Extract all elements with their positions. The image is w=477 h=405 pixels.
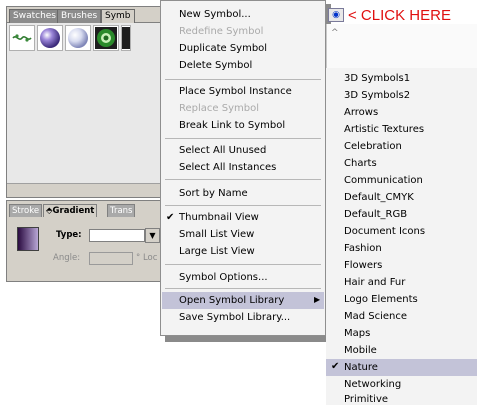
library-item-arrows[interactable]: Arrows [344, 106, 378, 119]
gradient-panel: Stroke ⬘Gradient Trans Type: ▼ Angle: ° … [6, 200, 176, 282]
library-item-3d-symbols2[interactable]: 3D Symbols2 [344, 89, 410, 102]
library-item-3d-symbols1[interactable]: 3D Symbols1 [344, 72, 410, 85]
click-here-callout: < CLICK HERE [348, 7, 451, 24]
library-item-primitive[interactable]: Primitive [344, 393, 388, 405]
checkmark-icon: ✔ [331, 361, 340, 372]
symbol-thumbnail-purple-sphere[interactable] [37, 25, 63, 51]
purple-sphere-symbol-icon [40, 28, 60, 48]
gradient-type-dropdown-button[interactable]: ▼ [145, 228, 160, 243]
vine-symbol-icon [12, 34, 32, 42]
menu-item-small-list-view[interactable]: Small List View [179, 228, 254, 241]
symbol-library-submenu: ^ 3D Symbols1 3D Symbols2 Arrows Artisti… [326, 24, 477, 405]
menu-item-duplicate-symbol[interactable]: Duplicate Symbol [179, 42, 267, 55]
library-item-default-rgb[interactable]: Default_RGB [344, 208, 407, 221]
panel-menu-icon: ◉ [332, 10, 340, 20]
library-item-artistic-textures[interactable]: Artistic Textures [344, 123, 424, 136]
green-button-symbol-icon [95, 27, 117, 49]
partial-symbol-icon [122, 27, 130, 49]
menu-item-sort-by-name[interactable]: Sort by Name [179, 187, 248, 200]
library-item-document-icons[interactable]: Document Icons [344, 225, 425, 238]
tab-transparency[interactable]: Trans [107, 204, 136, 217]
symbol-thumbnail-light-sphere[interactable] [65, 25, 91, 51]
tab-brushes[interactable]: Brushes [57, 9, 102, 23]
location-label: ° Loc [136, 253, 158, 263]
menu-separator [165, 288, 321, 289]
menu-separator [165, 205, 321, 206]
type-label: Type: [56, 230, 82, 240]
menu-item-break-link[interactable]: Break Link to Symbol [179, 119, 285, 132]
library-item-mobile[interactable]: Mobile [344, 344, 377, 357]
menu-item-replace-symbol: Replace Symbol [179, 103, 259, 114]
symbols-panel-menu: New Symbol... Redefine Symbol Duplicate … [160, 0, 326, 336]
library-item-flowers[interactable]: Flowers [344, 259, 382, 272]
chevron-down-icon: ▼ [149, 231, 156, 240]
panel-bottom-bar [7, 183, 175, 197]
menu-item-thumbnail-view[interactable]: Thumbnail View [179, 211, 259, 224]
submenu-arrow-icon: ▶ [314, 295, 321, 304]
panel-menu-button[interactable]: ◉ [328, 8, 344, 22]
library-item-hair-and-fur[interactable]: Hair and Fur [344, 276, 405, 289]
menu-item-redefine-symbol: Redefine Symbol [179, 26, 264, 37]
scroll-up-icon[interactable]: ^ [331, 28, 339, 38]
menu-separator [165, 138, 321, 139]
library-item-fashion[interactable]: Fashion [344, 242, 382, 255]
library-item-maps[interactable]: Maps [344, 327, 370, 340]
submenu-header-area: ^ [326, 24, 477, 68]
panel-tab-strip: Swatches Brushes Symb [7, 7, 175, 23]
tab-gradient[interactable]: ⬘Gradient [43, 204, 98, 217]
menu-item-open-symbol-library[interactable]: Open Symbol Library [179, 294, 284, 307]
menu-item-place-symbol-instance[interactable]: Place Symbol Instance [179, 85, 292, 98]
library-item-default-cmyk[interactable]: Default_CMYK [344, 191, 414, 204]
gradient-type-select[interactable] [89, 229, 145, 242]
menu-item-save-symbol-library[interactable]: Save Symbol Library... [179, 311, 290, 324]
library-item-celebration[interactable]: Celebration [344, 140, 402, 153]
library-item-logo-elements[interactable]: Logo Elements [344, 293, 418, 306]
tab-symbols[interactable]: Symb [101, 9, 135, 23]
menu-item-symbol-options[interactable]: Symbol Options... [179, 271, 268, 284]
menu-separator [165, 264, 321, 265]
menu-item-select-all-instances[interactable]: Select All Instances [179, 161, 276, 174]
library-item-charts[interactable]: Charts [344, 157, 377, 170]
gradient-swatch[interactable] [17, 227, 39, 251]
menu-item-large-list-view[interactable]: Large List View [179, 245, 255, 258]
menu-separator [165, 79, 321, 80]
library-item-communication[interactable]: Communication [344, 174, 423, 187]
symbol-thumbnail-area [7, 23, 175, 183]
menu-item-select-all-unused[interactable]: Select All Unused [179, 144, 266, 157]
library-item-networking[interactable]: Networking [344, 378, 401, 391]
angle-field[interactable] [89, 252, 133, 265]
symbols-panel: Swatches Brushes Symb [6, 6, 176, 198]
menu-separator [165, 179, 321, 180]
menu-item-new-symbol[interactable]: New Symbol... [179, 8, 251, 21]
library-item-nature[interactable]: Nature [344, 361, 378, 374]
symbol-thumbnail-green-button[interactable] [93, 25, 119, 51]
angle-label: Angle: [53, 253, 81, 263]
symbol-thumbnail-vine[interactable] [9, 25, 35, 51]
menu-item-delete-symbol[interactable]: Delete Symbol [179, 59, 252, 72]
tab-stroke[interactable]: Stroke [9, 204, 43, 217]
light-sphere-symbol-icon [68, 28, 88, 48]
checkmark-icon: ✔ [166, 212, 175, 223]
tab-swatches[interactable]: Swatches [9, 9, 60, 23]
symbol-thumbnail-partial[interactable] [121, 25, 131, 51]
library-item-mad-science[interactable]: Mad Science [344, 310, 407, 323]
